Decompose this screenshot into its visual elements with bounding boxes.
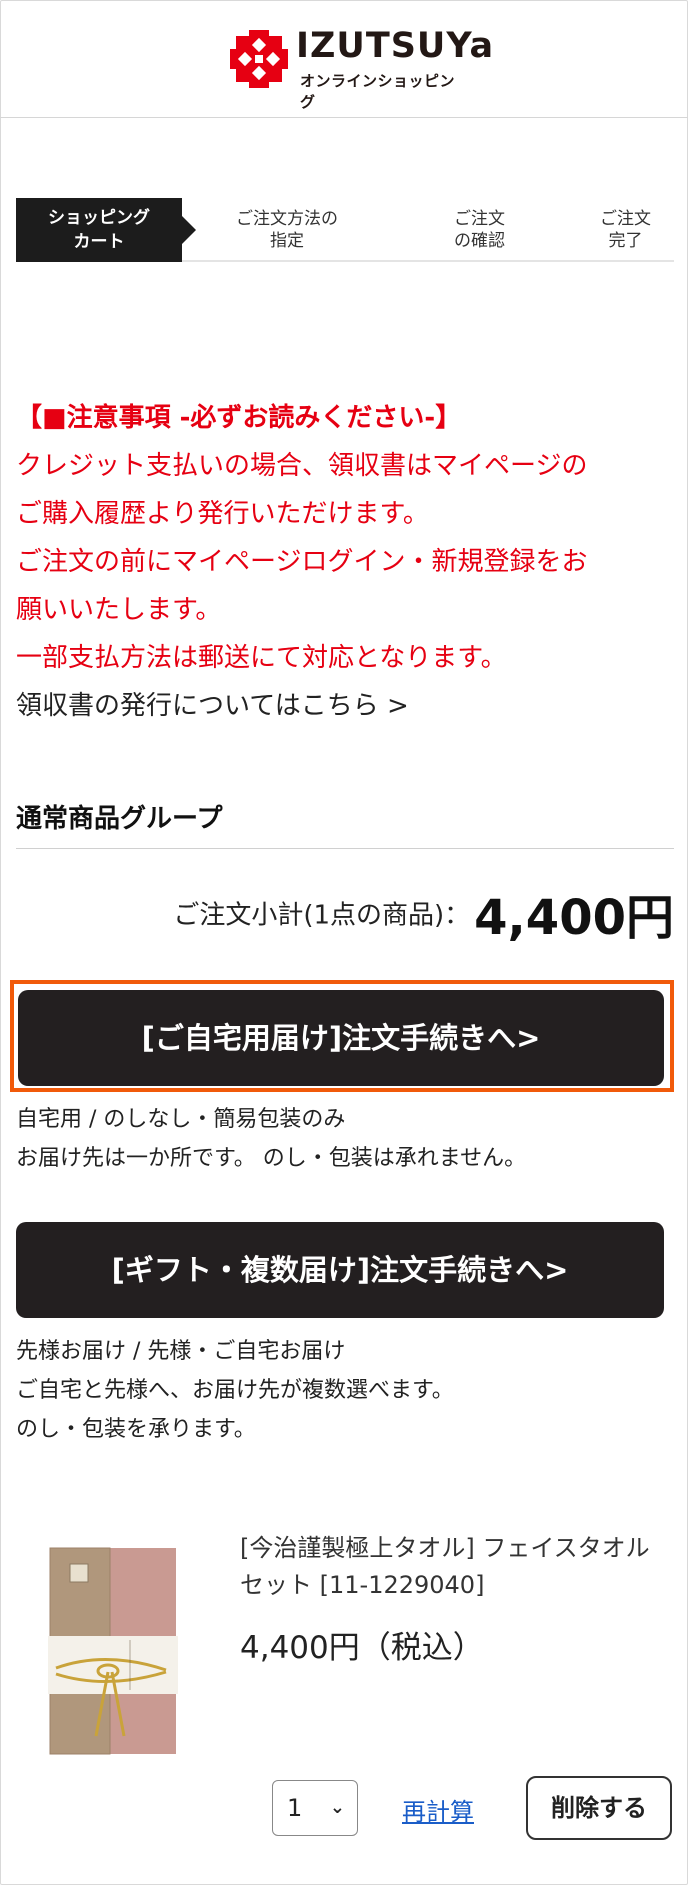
group-divider (16, 848, 674, 849)
order-subtotal: ご注文小計(1点の商品)：4,400円 (173, 878, 674, 948)
site-header: IZUTSUYa オンラインショッピング (0, 0, 688, 118)
home-delivery-desc-line: 自宅用 / のしなし・簡易包装のみ (16, 1107, 346, 1132)
recalculate-link[interactable]: 再計算 (402, 1792, 474, 1827)
gift-delivery-desc-line: のし・包装を承ります。 (16, 1417, 256, 1442)
step-complete-label-2: 完了 (608, 231, 643, 251)
gift-delivery-description: 先様お届け / 先様・ご自宅お届け ご自宅と先様へ、お届け先が複数選べます。 の… (16, 1332, 454, 1449)
product-image[interactable] (46, 1540, 180, 1758)
home-delivery-description: 自宅用 / のしなし・簡易包装のみ お届け先は一か所です。 のし・包装は承れませ… (16, 1100, 526, 1178)
group-title: 通常商品グループ (16, 804, 223, 834)
notice-line: 願いいたします。 (16, 595, 222, 625)
step-confirm-label-2: の確認 (454, 231, 505, 251)
step-order-method-label-1: ご注文方法の (236, 209, 338, 229)
delete-item-button[interactable]: 削除する (526, 1776, 672, 1840)
subtotal-value: 4,400円 (474, 890, 674, 946)
notice-block: 【■注意事項 -必ずお読みください-】 クレジット支払いの場合、領収書はマイペー… (16, 394, 676, 730)
step-cart-label-1: ショッピング (48, 208, 150, 228)
notice-line: 一部支払方法は郵送にて対応となります。 (16, 643, 507, 673)
logo-wordmark: IZUTSUYa (296, 26, 495, 66)
notice-line: クレジット支払いの場合、領収書はマイページの (16, 451, 588, 481)
step-complete: ご注文 完了 (600, 208, 651, 252)
izutsuya-logo[interactable]: IZUTSUYa オンラインショッピング (230, 24, 493, 111)
checkout-gift-delivery-button[interactable]: [ギフト・複数届け]注文手続きへ> (16, 1222, 664, 1318)
gift-delivery-desc-line: ご自宅と先様へ、お届け先が複数選べます。 (16, 1378, 454, 1403)
step-order-method: ご注文方法の 指定 (236, 208, 338, 252)
step-confirm: ご注文 の確認 (454, 208, 505, 252)
step-cart-label-2: カート (73, 232, 125, 252)
checkout-steps: ショッピング カート ご注文方法の 指定 ご注文 の確認 ご注文 完了 (16, 198, 674, 262)
home-delivery-desc-line: お届け先は一か所です。 のし・包装は承れません。 (16, 1146, 527, 1171)
receipt-info-link[interactable]: 領収書の発行についてはこちら > (16, 682, 676, 730)
product-name-link[interactable]: [今治謹製極上タオル] フェイスタオルセット [11-1229040] (240, 1530, 660, 1604)
step-confirm-label-1: ご注文 (454, 209, 505, 229)
subtotal-label: ご注文小計(1点の商品)： (173, 900, 471, 931)
notice-title: 【■注意事項 -必ずお読みください-】 (16, 403, 462, 433)
checkout-home-delivery-button[interactable]: [ご自宅用届け]注文手続きへ> (18, 990, 664, 1086)
step-cart: ショッピング カート (16, 198, 196, 262)
chevron-down-icon: ⌄ (329, 1797, 345, 1818)
quantity-select[interactable]: 1 ⌄ (272, 1780, 358, 1836)
step-complete-label-1: ご注文 (600, 209, 651, 229)
step-order-method-label-2: 指定 (270, 231, 304, 251)
notice-line: ご注文の前にマイページログイン・新規登録をお (16, 547, 588, 577)
product-price: 4,400円（税込） (240, 1630, 484, 1666)
izutsuya-logo-mark-icon (230, 30, 288, 88)
notice-line: ご購入履歴より発行いただけます。 (16, 499, 429, 529)
gift-delivery-desc-line: 先様お届け / 先様・ご自宅お届け (16, 1339, 346, 1364)
logo-subtitle: オンラインショッピング (300, 72, 456, 111)
quantity-value: 1 (287, 1794, 303, 1822)
